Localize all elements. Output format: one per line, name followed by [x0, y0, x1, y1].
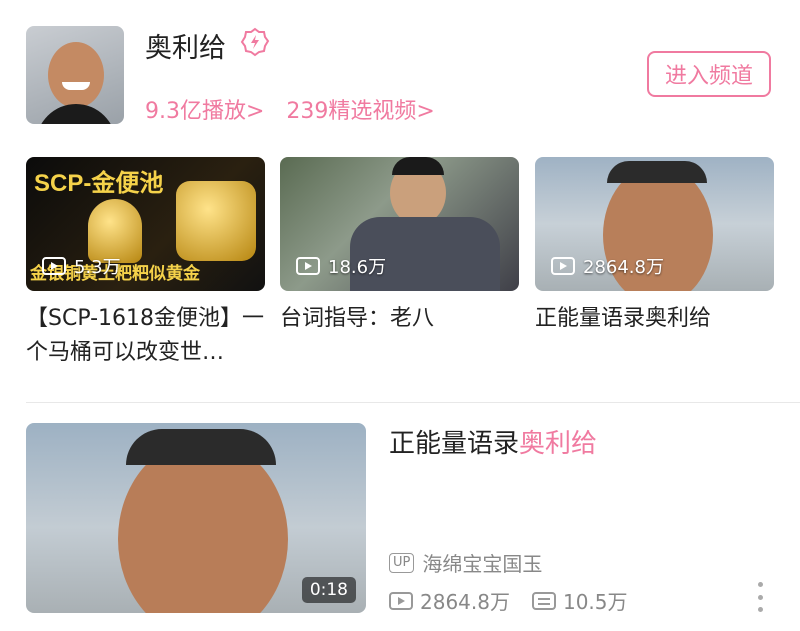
play-count-link[interactable]: 9.3亿播放> [145, 99, 264, 124]
channel-avatar[interactable] [26, 26, 124, 124]
featured-video-title[interactable]: 正能量语录奥利给 [389, 423, 597, 460]
featured-views: 2864.8万 [420, 590, 510, 614]
video-meta: 2864.8万 10.5万 [389, 586, 628, 615]
uploader-name[interactable]: 海绵宝宝国玉 [422, 548, 542, 577]
divider [26, 402, 800, 403]
up-badge: UP [389, 552, 415, 573]
video-thumbnail-2[interactable]: 18.6万 [280, 157, 519, 291]
play-count-icon [551, 257, 575, 275]
video-title-2[interactable]: 台词指导：老八 [280, 302, 520, 336]
title-highlight: 奥利给 [519, 429, 598, 459]
channel-name[interactable]: 奥利给 [145, 26, 226, 65]
video-thumbnail-3[interactable]: 2864.8万 [535, 157, 774, 291]
video-thumbnail-1[interactable]: SCP-金便池 金银铜黄土粑粑似黄金 5.3万 [26, 157, 265, 291]
more-vertical-icon[interactable] [750, 582, 770, 612]
danmaku-icon [531, 591, 556, 610]
thumb-views: 18.6万 [296, 253, 386, 279]
featured-danmaku: 10.5万 [562, 590, 628, 614]
views-count: 18.6万 [328, 257, 387, 278]
enter-channel-button[interactable]: 进入频道 [647, 51, 771, 97]
views-count: 2864.8万 [583, 257, 664, 278]
play-count-icon [296, 257, 320, 275]
thumb-views: 2864.8万 [551, 253, 664, 279]
featured-videos-link[interactable]: 239精选视频> [286, 99, 434, 124]
uploader-row[interactable]: UP 海绵宝宝国玉 [389, 548, 542, 577]
channel-stats: 9.3亿播放> 239精选视频> [145, 93, 457, 125]
views-count: 5.3万 [74, 257, 121, 278]
featured-video-thumbnail[interactable]: 0:18 [26, 423, 366, 613]
verified-lightning-icon [240, 27, 270, 57]
play-count-icon [389, 591, 413, 610]
video-title-1[interactable]: 【SCP-1618金便池】一个马桶可以改变世… [26, 302, 266, 370]
thumb-title-text: SCP-金便池 [34, 170, 164, 197]
title-text: 正能量语录 [389, 429, 520, 459]
play-count-icon [42, 257, 66, 275]
thumb-views: 5.3万 [42, 253, 121, 279]
video-duration: 0:18 [301, 577, 356, 603]
video-title-3[interactable]: 正能量语录奥利给 [535, 302, 775, 336]
